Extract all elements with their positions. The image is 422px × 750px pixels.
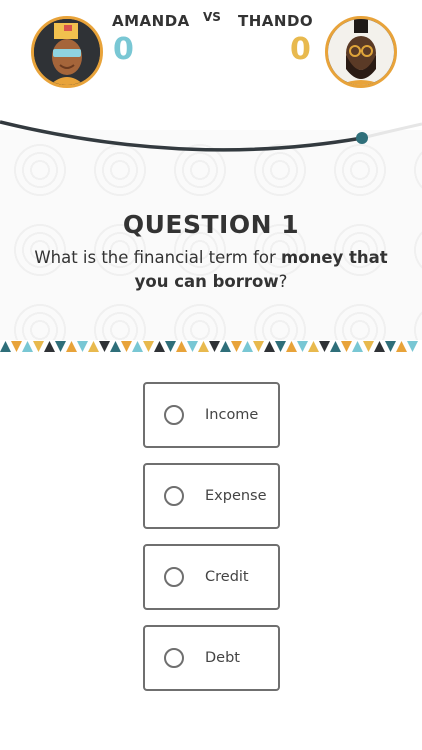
- triangle-mark: [110, 341, 121, 352]
- triangle-mark: [385, 341, 396, 352]
- triangle-mark: [297, 341, 308, 352]
- player1-avatar-icon: [31, 16, 103, 88]
- triangle-mark: [396, 341, 407, 352]
- triangle-mark: [242, 341, 253, 352]
- triangle-mark: [66, 341, 77, 352]
- triangle-mark: [220, 341, 231, 352]
- question-text-prefix: What is the financial term for: [34, 248, 282, 267]
- question-text: What is the financial term for money tha…: [20, 246, 402, 294]
- triangle-mark: [187, 341, 198, 352]
- triangle-mark: [143, 341, 154, 352]
- triangle-mark: [165, 341, 176, 352]
- triangle-mark: [22, 341, 33, 352]
- radio-icon[interactable]: [164, 405, 184, 425]
- player1-name: AMANDA: [112, 12, 190, 30]
- triangle-mark: [33, 341, 44, 352]
- triangle-mark: [55, 341, 66, 352]
- answer-option-income[interactable]: Income: [143, 382, 280, 448]
- answer-option-debt[interactable]: Debt: [143, 625, 280, 691]
- triangle-mark: [264, 341, 275, 352]
- triangle-mark: [44, 341, 55, 352]
- progress-track: [0, 120, 422, 152]
- triangle-mark: [176, 341, 187, 352]
- player2-avatar-icon: [325, 16, 397, 88]
- triangle-mark: [286, 341, 297, 352]
- answer-option-expense[interactable]: Expense: [143, 463, 280, 529]
- radio-icon[interactable]: [164, 648, 184, 668]
- question-title: QUESTION 1: [122, 210, 300, 239]
- question-text-suffix: ?: [278, 272, 288, 291]
- triangle-mark: [352, 341, 363, 352]
- triangle-mark: [407, 341, 418, 352]
- radio-icon[interactable]: [164, 486, 184, 506]
- versus-label: VS: [203, 10, 221, 24]
- player1-score: 0: [113, 32, 134, 67]
- triangle-mark: [0, 341, 11, 352]
- triangle-mark: [341, 341, 352, 352]
- match-header: AMANDA VS THANDO 0 0: [0, 0, 422, 100]
- triangle-mark: [330, 341, 341, 352]
- radio-icon[interactable]: [164, 567, 184, 587]
- triangle-mark: [198, 341, 209, 352]
- triangle-mark: [209, 341, 220, 352]
- triangle-mark: [231, 341, 242, 352]
- player2-name: THANDO: [238, 12, 314, 30]
- answer-label: Debt: [205, 650, 240, 666]
- answer-label: Expense: [205, 488, 267, 504]
- player2-score: 0: [290, 32, 311, 67]
- progress-marker-icon: [356, 132, 368, 144]
- triangle-mark: [11, 341, 22, 352]
- triangle-mark: [374, 341, 385, 352]
- triangle-divider: [0, 341, 418, 352]
- triangle-mark: [99, 341, 110, 352]
- triangle-mark: [154, 341, 165, 352]
- triangle-mark: [275, 341, 286, 352]
- triangle-mark: [132, 341, 143, 352]
- answer-label: Income: [205, 407, 259, 423]
- triangle-mark: [77, 341, 88, 352]
- triangle-mark: [121, 341, 132, 352]
- triangle-mark: [308, 341, 319, 352]
- triangle-mark: [253, 341, 264, 352]
- answer-label: Credit: [205, 569, 249, 585]
- answer-option-credit[interactable]: Credit: [143, 544, 280, 610]
- triangle-mark: [363, 341, 374, 352]
- triangle-mark: [88, 341, 99, 352]
- triangle-mark: [319, 341, 330, 352]
